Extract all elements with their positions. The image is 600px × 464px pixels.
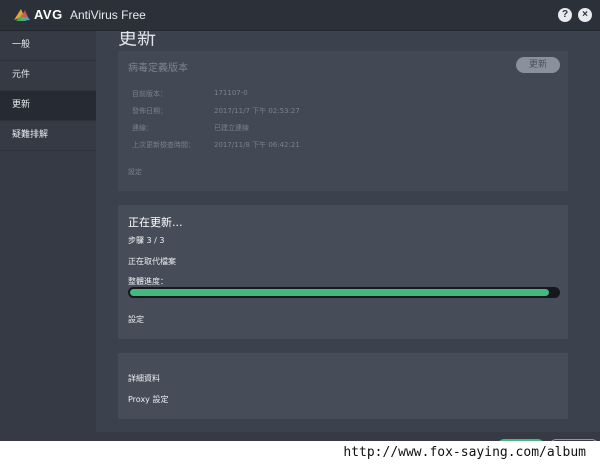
current-version-label: 目前版本： (132, 90, 167, 98)
main-content: 更新 病毒定義版本 更新 目前版本： 171107-0 發佈日期： 2017/1… (96, 31, 600, 441)
logo-text: AVG (34, 7, 63, 22)
connection-label: 連線： (132, 124, 153, 132)
release-date-value: 2017/11/7 下午 02:53:27 (214, 107, 300, 115)
connection-value: 已建立連線 (214, 124, 249, 132)
app-title: AntiVirus Free (70, 8, 146, 22)
definitions-title: 病毒定義版本 (128, 63, 188, 74)
proxy-settings-link[interactable]: Proxy 設定 (128, 394, 168, 405)
close-button[interactable]: × (578, 8, 592, 22)
update-button[interactable]: 更新 (516, 57, 560, 73)
current-version-value: 171107-0 (214, 89, 248, 97)
progress-panel: 正在更新... 步驟 3 / 3 正在取代檔案 整體進度： 設定 (118, 205, 568, 339)
progress-settings-link[interactable]: 設定 (128, 314, 144, 325)
definitions-panel: 病毒定義版本 更新 目前版本： 171107-0 發佈日期： 2017/11/7… (118, 51, 568, 191)
last-check-label: 上次更新檢查時間： (132, 141, 195, 149)
definitions-settings-link[interactable]: 設定 (128, 167, 142, 177)
step-text: 步驟 3 / 3 (128, 236, 165, 245)
progress-bar-fill (130, 289, 550, 296)
overall-progress-bar (128, 287, 560, 298)
avg-logo-icon (14, 9, 30, 21)
status-text: 正在取代檔案 (128, 257, 176, 266)
sidebar: 一般 元件 更新 疑難排解 (0, 31, 96, 441)
sidebar-item-troubleshooting[interactable]: 疑難排解 (0, 121, 96, 151)
title-bar: AVG AntiVirus Free ? × (0, 0, 600, 31)
sidebar-item-components[interactable]: 元件 (0, 61, 96, 91)
last-check-value: 2017/11/8 下午 06:42:21 (214, 141, 300, 149)
sidebar-item-update[interactable]: 更新 (0, 91, 96, 121)
release-date-label: 發佈日期： (132, 107, 167, 115)
watermark-text: http://www.fox-saying.com/album (0, 441, 600, 464)
links-panel: 詳細資料 Proxy 設定 (118, 353, 568, 419)
page-title: 更新 (118, 31, 157, 49)
help-button[interactable]: ? (558, 8, 572, 22)
sidebar-item-general[interactable]: 一般 (0, 31, 96, 61)
progress-title: 正在更新... (128, 216, 183, 229)
overall-progress-label: 整體進度： (128, 277, 168, 286)
details-link[interactable]: 詳細資料 (128, 373, 160, 384)
